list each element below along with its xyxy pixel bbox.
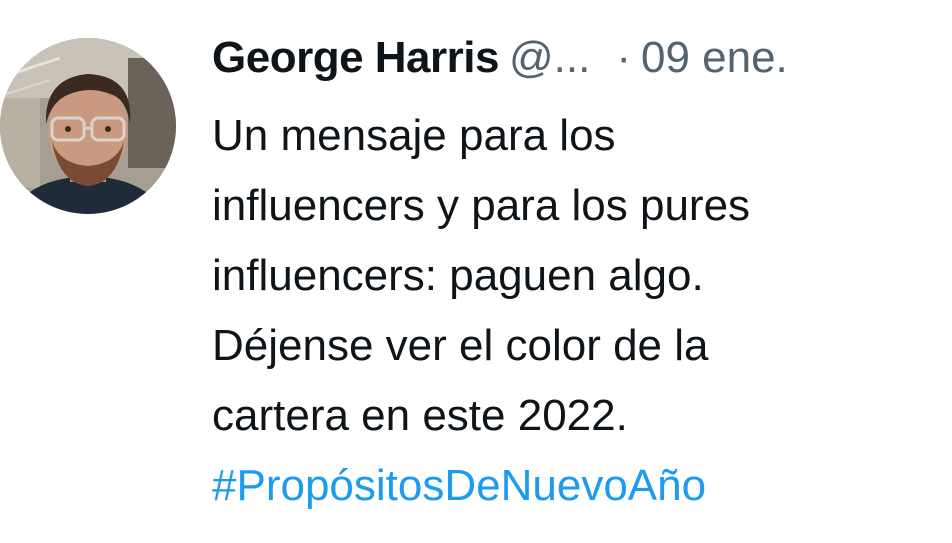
tweet-date[interactable]: 09 ene. bbox=[641, 33, 788, 82]
tweet-text-line: Un mensaje para los bbox=[212, 111, 616, 160]
tweet-text-line: cartera en este 2022. bbox=[212, 391, 628, 440]
tweet-text: Un mensaje para los influencers y para l… bbox=[212, 101, 932, 521]
tweet-header: George Harris @... · 09 ene. bbox=[212, 28, 788, 88]
author-name[interactable]: George Harris bbox=[212, 33, 499, 82]
separator-dot: · bbox=[616, 33, 631, 82]
tweet-text-line: influencers y para los pures bbox=[212, 181, 751, 230]
avatar[interactable] bbox=[0, 38, 176, 214]
tweet-text-line: influencers: paguen algo. bbox=[212, 251, 704, 300]
tweet-text-line: Déjense ver el color de la bbox=[212, 321, 709, 370]
avatar-photo bbox=[0, 38, 176, 214]
hashtag-link[interactable]: #PropósitosDeNuevoAño bbox=[212, 451, 932, 521]
tweet[interactable]: George Harris @... · 09 ene. Un mensaje par… bbox=[0, 0, 952, 543]
author-handle[interactable]: @... bbox=[509, 33, 590, 82]
